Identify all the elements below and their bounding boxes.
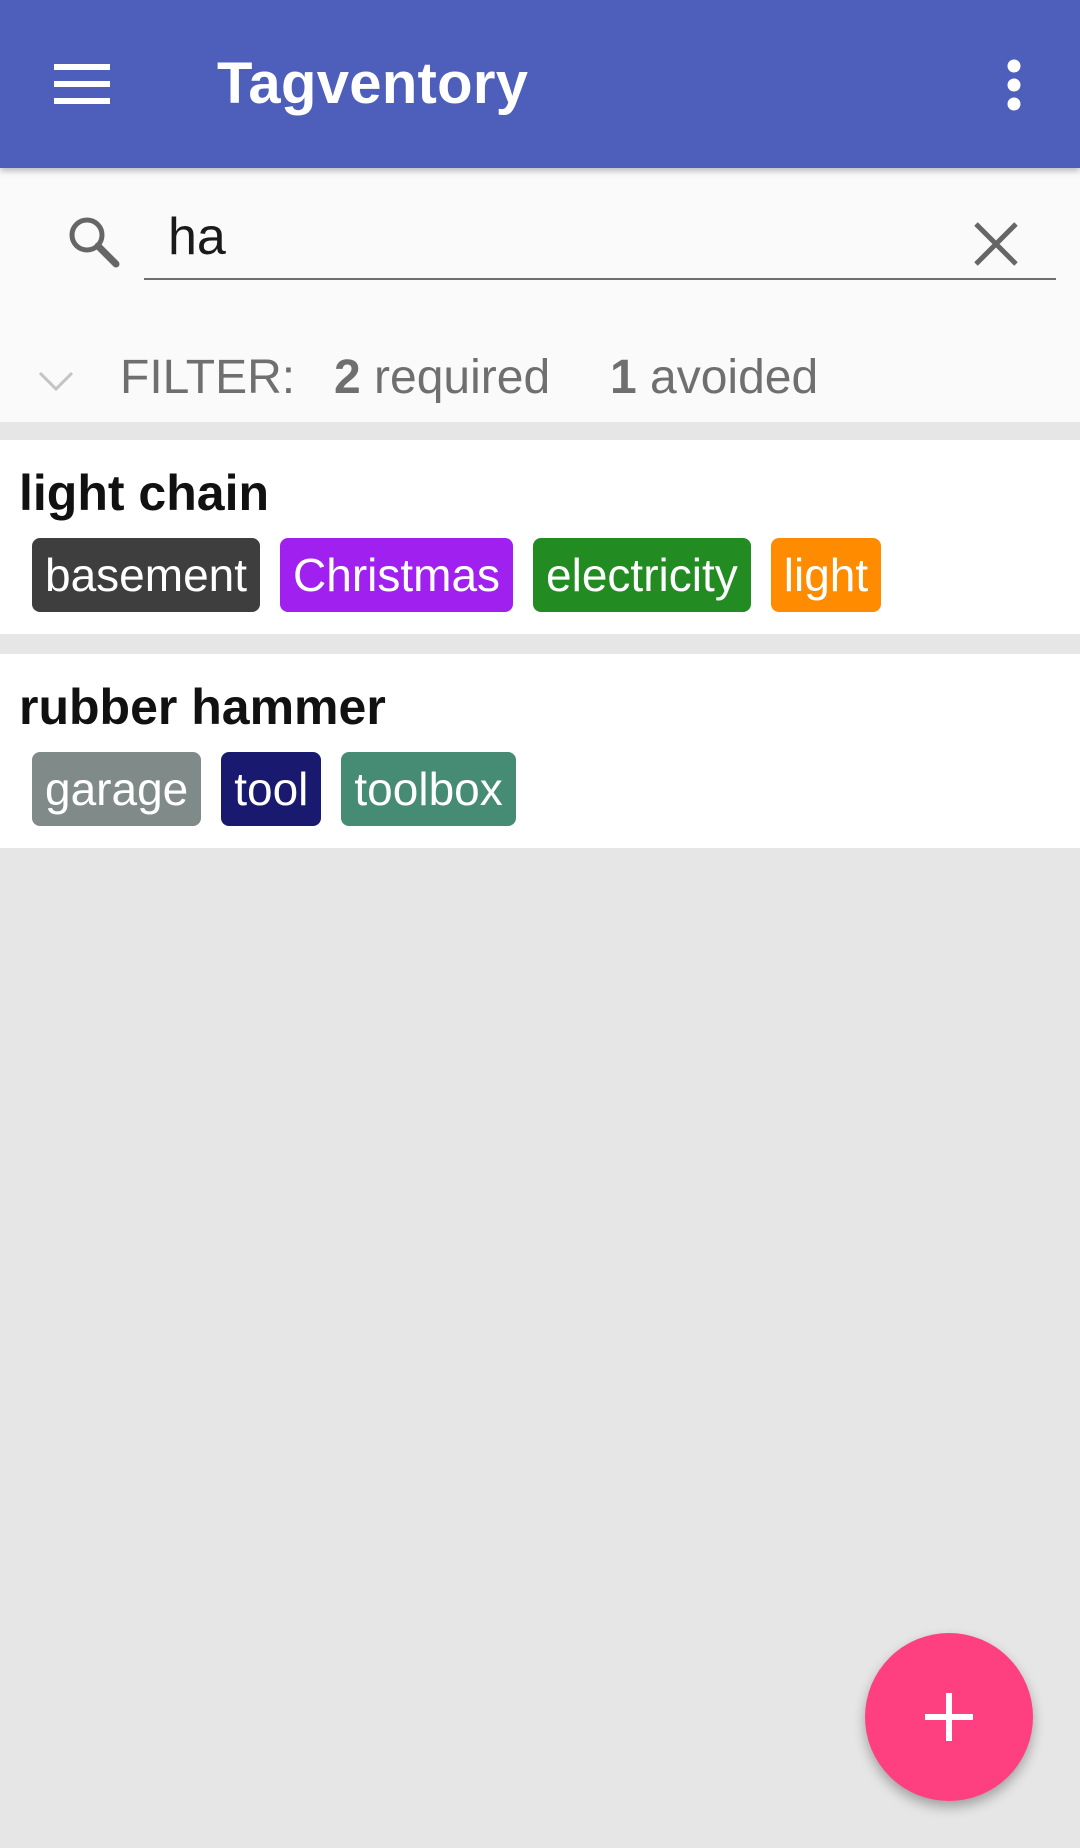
add-item-button[interactable]	[865, 1633, 1033, 1801]
more-vert-icon[interactable]	[990, 50, 1038, 120]
tag-chip[interactable]: toolbox	[341, 752, 516, 826]
tag-chip[interactable]: light	[770, 538, 882, 612]
search-icon	[64, 212, 124, 272]
tag-chip[interactable]: garage	[32, 752, 202, 826]
close-icon[interactable]	[968, 216, 1024, 272]
app-bar: Tagventory	[0, 0, 1080, 168]
filter-required: 2 required	[334, 350, 550, 405]
required-label: required	[360, 351, 551, 404]
tag-chip[interactable]: tool	[221, 752, 322, 826]
hamburger-menu-icon[interactable]	[40, 44, 126, 124]
tag-list: garage tool toolbox	[32, 752, 516, 826]
tag-chip[interactable]: basement	[32, 538, 261, 612]
search-panel: FILTER: 2 required 1 avoided	[0, 168, 1080, 422]
filter-label: FILTER:	[120, 351, 296, 404]
item-card[interactable]: rubber hammer garage tool toolbox	[0, 654, 1080, 848]
required-count: 2	[334, 351, 361, 404]
tag-chip[interactable]: Christmas	[280, 538, 514, 612]
filter-avoided: 1 avoided	[610, 350, 818, 405]
filter-toggle[interactable]: FILTER: 2 required 1 avoided	[0, 328, 1080, 418]
tag-chip[interactable]: electricity	[533, 538, 751, 612]
plus-icon	[925, 1693, 973, 1741]
chevron-down-icon	[36, 358, 76, 398]
avoided-count: 1	[610, 351, 637, 404]
search-input[interactable]	[144, 196, 1056, 280]
avoided-label: avoided	[636, 351, 819, 404]
item-name: rubber hammer	[19, 679, 386, 735]
item-card[interactable]: light chain basement Christmas electrici…	[0, 440, 1080, 634]
item-name: light chain	[19, 465, 269, 521]
app-title: Tagventory	[217, 51, 529, 116]
tag-list: basement Christmas electricity light	[32, 538, 882, 612]
